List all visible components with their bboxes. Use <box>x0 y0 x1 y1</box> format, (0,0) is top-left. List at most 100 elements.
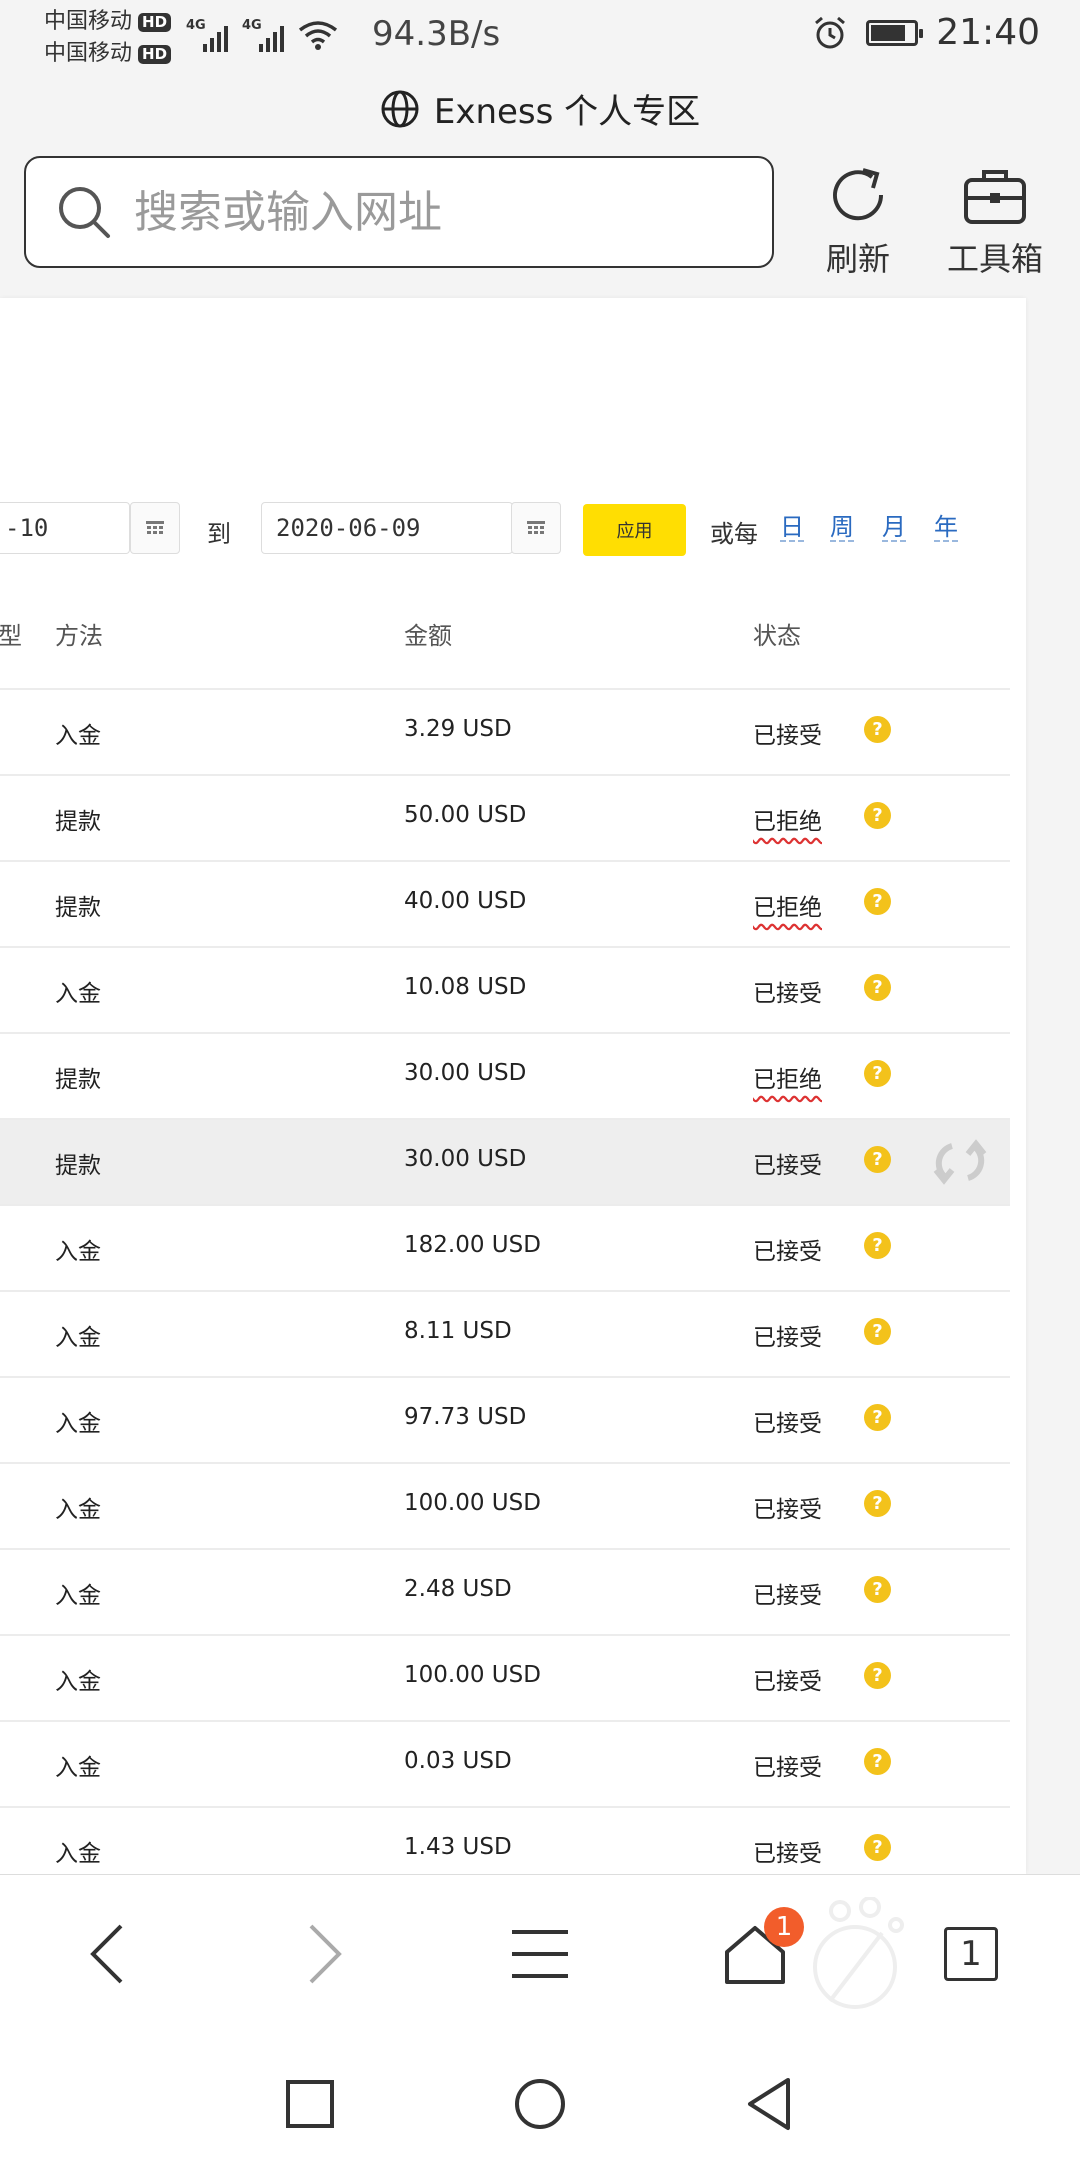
row-amount: 182.00 USD <box>404 1232 541 1258</box>
signal-icon: 4G <box>242 18 284 52</box>
row-method: 入金 <box>55 1497 101 1523</box>
row-method: 入金 <box>55 1841 101 1867</box>
row-status: 已接受 <box>753 1325 822 1351</box>
table-row: 入金 182.00 USD 已接受? <box>0 1204 1010 1290</box>
watermark-logo-icon <box>813 1897 904 2009</box>
table-row: 入金 3.29 USD 已接受? <box>0 688 1010 774</box>
hd-badge: HD <box>138 44 172 64</box>
help-icon[interactable]: ? <box>864 1232 891 1259</box>
table-header: 类型 方法 金额 状态 <box>0 608 1010 688</box>
header-status: 状态 <box>753 622 801 650</box>
alarm-icon <box>815 16 846 48</box>
search-icon <box>59 187 110 238</box>
to-label: 到 <box>207 520 231 548</box>
period-month-link[interactable]: 月 <box>882 514 906 542</box>
help-icon[interactable]: ? <box>864 1834 891 1861</box>
row-amount: 10.08 USD <box>404 974 527 1000</box>
browser-bottom-nav: 1 1 <box>0 1874 1080 2041</box>
table-row: 提款 30.00 USD 已拒绝? <box>0 1032 1010 1118</box>
row-amount: 30.00 USD <box>404 1060 527 1086</box>
row-method: 提款 <box>55 1153 101 1179</box>
row-amount: 30.00 USD <box>404 1146 527 1172</box>
help-icon[interactable]: ? <box>864 1404 891 1431</box>
hd-badge: HD <box>138 12 172 32</box>
row-status: 已拒绝 <box>753 1067 822 1093</box>
toolbox-button[interactable]: 工具箱 <box>930 160 1060 280</box>
table-row: 入金 1.43 USD 已接受? <box>0 1806 1010 1874</box>
date-to-input[interactable]: 2020-06-09 <box>261 502 513 554</box>
row-method: 入金 <box>55 1325 101 1351</box>
row-amount: 50.00 USD <box>404 802 527 828</box>
help-icon[interactable]: ? <box>864 1662 891 1689</box>
table-row: 入金 100.00 USD 已接受? <box>0 1462 1010 1548</box>
search-input[interactable] <box>132 185 696 239</box>
menu-button[interactable] <box>495 1909 585 1999</box>
carrier-info: 中国移动 HD 中国移动 HD <box>44 6 172 70</box>
table-row: 入金 0.03 USD 已接受? <box>0 1720 1010 1806</box>
transaction-table-body: 入金 3.29 USD 已接受? 提款 50.00 USD 已拒绝? 提款 40.00 USD… <box>0 688 1010 1874</box>
help-icon[interactable]: ? <box>864 1490 891 1517</box>
date-filter-bar: -10 到 2020-06-09 应用 或每 日 周 月 年 <box>0 502 1026 558</box>
row-status: 已接受 <box>753 981 822 1007</box>
back-button[interactable] <box>62 1909 152 1999</box>
row-status: 已接受 <box>753 1755 822 1781</box>
carrier-1-name: 中国移动 <box>44 9 133 34</box>
help-icon[interactable]: ? <box>864 1318 891 1345</box>
status-bar: 中国移动 HD 中国移动 HD 4G 4G 94.3B/s 21:40 <box>0 0 1080 72</box>
row-amount: 8.11 USD <box>404 1318 512 1344</box>
period-week-link[interactable]: 周 <box>830 514 854 542</box>
help-icon[interactable]: ? <box>864 888 891 915</box>
row-status: 已接受 <box>753 723 822 749</box>
notification-badge: 1 <box>764 1907 804 1947</box>
row-method: 提款 <box>55 809 101 835</box>
help-icon[interactable]: ? <box>864 974 891 1001</box>
header-type: 类型 <box>0 622 22 650</box>
period-year-link[interactable]: 年 <box>934 514 958 542</box>
refresh-label: 刷新 <box>825 240 890 278</box>
help-icon[interactable]: ? <box>864 802 891 829</box>
signal-icon: 4G <box>186 18 228 52</box>
refresh-button[interactable]: 刷新 <box>793 160 923 280</box>
row-method: 入金 <box>55 1669 101 1695</box>
table-row: 提款 40.00 USD 已拒绝? <box>0 860 1010 946</box>
tabs-button[interactable]: 1 <box>926 1909 1016 1999</box>
signal-indicators: 4G 4G <box>186 18 338 52</box>
repeat-icon[interactable] <box>930 1136 990 1188</box>
calendar-button-to[interactable] <box>511 502 561 554</box>
help-icon[interactable]: ? <box>864 1576 891 1603</box>
row-method: 入金 <box>55 1755 101 1781</box>
status-right: 21:40 <box>812 12 1040 53</box>
carrier-1: 中国移动 HD <box>44 6 172 38</box>
calendar-button-from[interactable] <box>130 502 180 554</box>
row-amount: 0.03 USD <box>404 1748 512 1774</box>
row-status: 已接受 <box>753 1153 822 1179</box>
help-icon[interactable]: ? <box>864 716 891 743</box>
row-amount: 100.00 USD <box>404 1662 541 1688</box>
table-row: 入金 2.48 USD 已接受? <box>0 1548 1010 1634</box>
row-amount: 3.29 USD <box>404 716 512 742</box>
row-amount: 40.00 USD <box>404 888 527 914</box>
wifi-icon <box>298 21 338 50</box>
home-system-button[interactable] <box>510 2074 570 2134</box>
apply-button[interactable]: 应用 <box>583 504 686 556</box>
table-row: 入金 100.00 USD 已接受? <box>0 1634 1010 1720</box>
table-row: 提款 30.00 USD 已接受? <box>0 1118 1010 1204</box>
row-amount: 1.43 USD <box>404 1834 512 1860</box>
battery-icon <box>866 19 924 46</box>
row-method: 入金 <box>55 1411 101 1437</box>
back-arrow-icon <box>90 1924 123 1984</box>
row-method: 入金 <box>55 1239 101 1265</box>
recent-apps-button[interactable] <box>280 2074 340 2134</box>
row-method: 入金 <box>55 723 101 749</box>
help-icon[interactable]: ? <box>864 1060 891 1087</box>
period-day-link[interactable]: 日 <box>780 514 804 542</box>
row-status: 已接受 <box>753 1583 822 1609</box>
help-icon[interactable]: ? <box>864 1146 891 1173</box>
date-from-input[interactable]: -10 <box>0 502 130 554</box>
forward-button[interactable] <box>280 1909 370 1999</box>
row-status: 已拒绝 <box>753 809 822 835</box>
help-icon[interactable]: ? <box>864 1748 891 1775</box>
search-bar[interactable] <box>24 156 774 268</box>
back-system-button[interactable] <box>740 2074 800 2134</box>
home-button[interactable]: 1 <box>710 1907 804 1999</box>
